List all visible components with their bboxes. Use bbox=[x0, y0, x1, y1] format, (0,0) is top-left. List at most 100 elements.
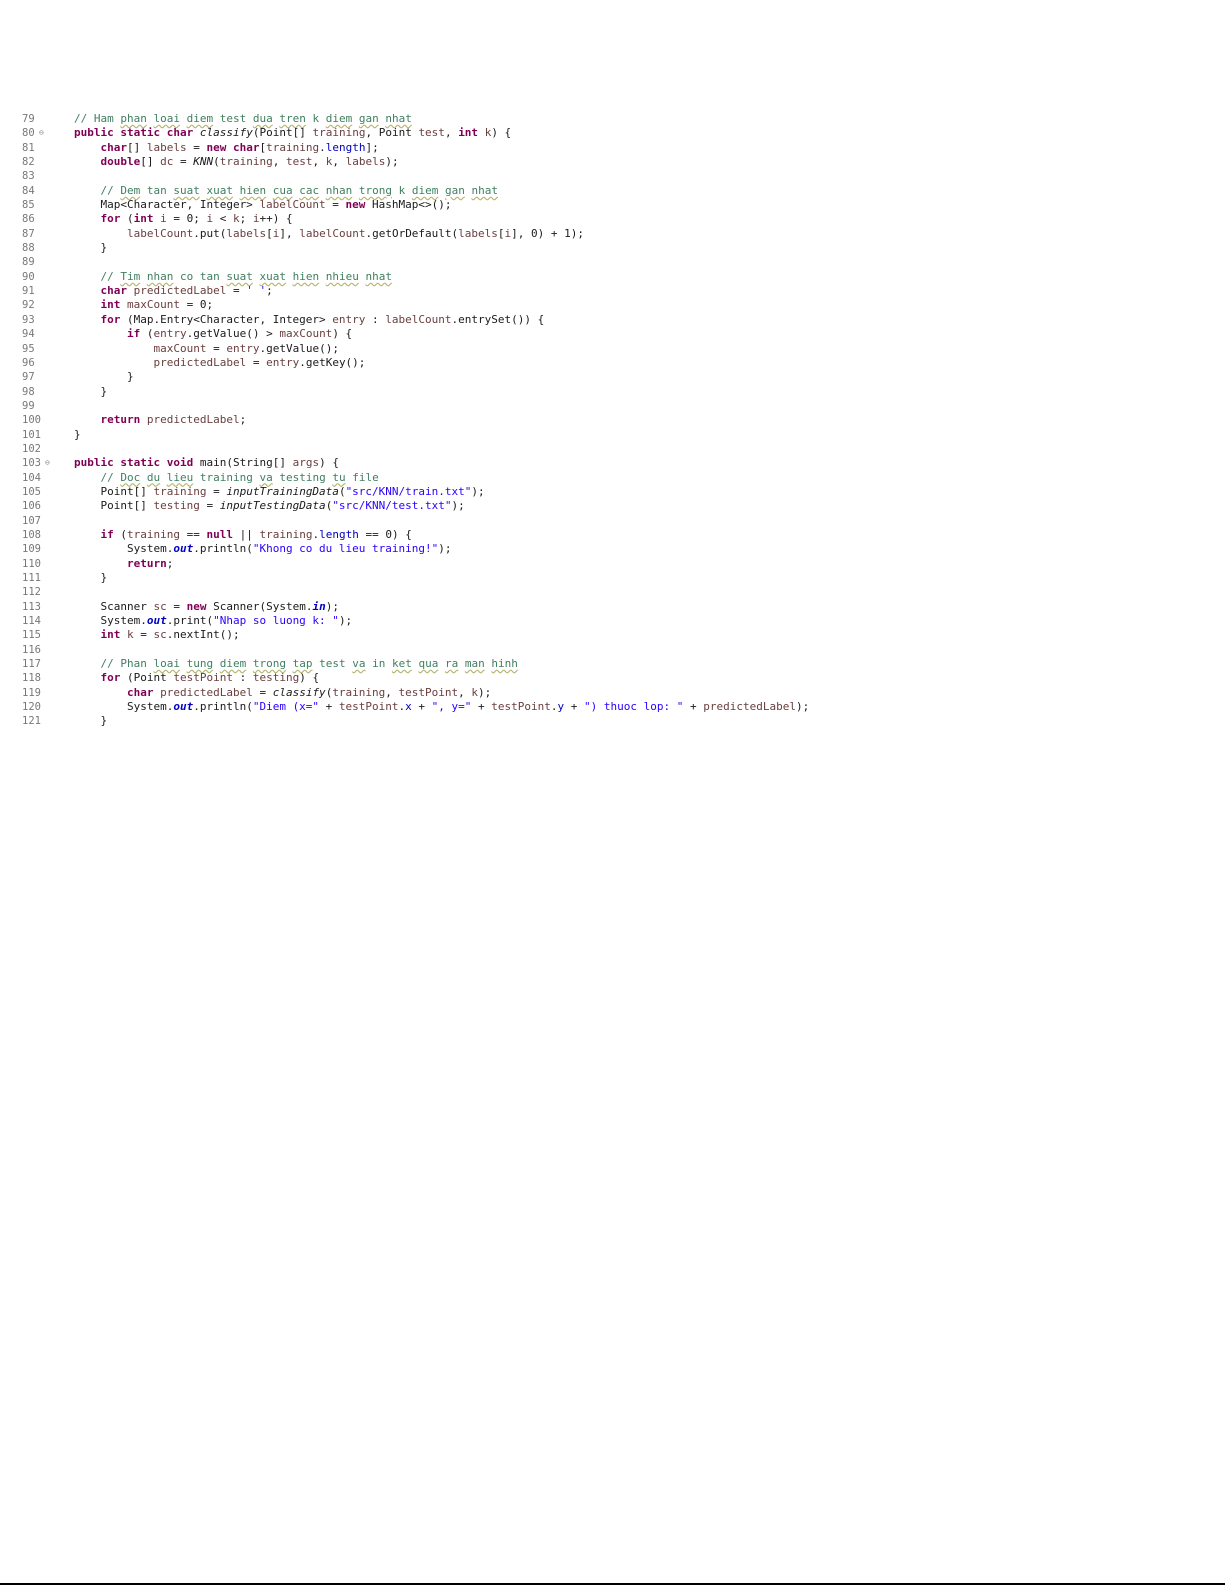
code-line[interactable]: 109 System.out.println("Khong co du lieu… bbox=[0, 542, 1225, 556]
line-number: 96 bbox=[22, 356, 35, 369]
code-line[interactable]: 120 System.out.println("Diem (x=" + test… bbox=[0, 700, 1225, 714]
fold-collapse-icon[interactable]: ⊖ bbox=[39, 126, 44, 140]
line-number: 121 bbox=[22, 715, 41, 728]
code-line[interactable]: 90 // Tim nhan co tan suat xuat hien nhi… bbox=[0, 270, 1225, 284]
code-line[interactable]: 117 // Phan loai tung diem trong tap tes… bbox=[0, 657, 1225, 671]
code-text: for (Point testPoint : testing) { bbox=[100, 671, 320, 685]
line-number: 92 bbox=[22, 299, 35, 312]
code-text: Scanner sc = new Scanner(System.in); bbox=[74, 599, 339, 613]
code-line[interactable]: 98 } bbox=[0, 385, 1225, 399]
line-number: 95 bbox=[22, 342, 35, 355]
line-number: 99 bbox=[22, 399, 35, 412]
code-line[interactable]: 83 bbox=[0, 169, 1225, 183]
line-number: 106 bbox=[22, 500, 41, 513]
line-number: 111 bbox=[22, 572, 41, 584]
code-line[interactable]: 93 for (Map.Entry<Character, Integer> en… bbox=[0, 313, 1225, 327]
line-number: 98 bbox=[22, 385, 35, 398]
code-line[interactable]: 97 } bbox=[0, 370, 1225, 384]
line-number: 103 bbox=[22, 457, 41, 470]
code-line[interactable]: 86 for (int i = 0; i < k; i++) { bbox=[0, 212, 1225, 226]
code-line[interactable]: 115 int k = sc.nextInt(); bbox=[0, 628, 1225, 642]
code-line[interactable]: 105 Point[] training = inputTrainingData… bbox=[0, 485, 1225, 499]
code-line[interactable]: 114 System.out.print("Nhap so luong k: "… bbox=[0, 614, 1225, 628]
code-line[interactable]: 101} bbox=[0, 428, 1225, 442]
code-line[interactable]: 116 bbox=[0, 643, 1225, 657]
code-line[interactable]: 100 return predictedLabel; bbox=[0, 413, 1225, 427]
code-text: // Phan loai tung diem trong tap test va… bbox=[100, 657, 518, 671]
line-number: 82 bbox=[22, 156, 35, 169]
line-number: 89 bbox=[22, 256, 35, 269]
line-number: 108 bbox=[22, 528, 41, 541]
code-text: int k = sc.nextInt(); bbox=[100, 628, 240, 642]
line-number: 105 bbox=[22, 485, 41, 498]
code-line[interactable]: 82 double[] dc = KNN(training, test, k, … bbox=[0, 155, 1225, 169]
code-line[interactable]: 89 bbox=[0, 255, 1225, 269]
line-number: 110 bbox=[22, 557, 41, 570]
line-number: 100 bbox=[22, 414, 41, 427]
code-text: public static void main(String[] args) { bbox=[74, 456, 339, 470]
code-line[interactable]: 88 } bbox=[0, 241, 1225, 255]
code-line[interactable]: 85 Map<Character, Integer> labelCount = … bbox=[0, 198, 1225, 212]
code-text: if (training == null || training.length … bbox=[100, 527, 412, 541]
code-line[interactable]: 113 Scanner sc = new Scanner(System.in); bbox=[0, 600, 1225, 614]
code-text: Point[] testing = inputTestingData("src/… bbox=[74, 499, 465, 513]
code-line[interactable]: 118 for (Point testPoint : testing) { bbox=[0, 671, 1225, 685]
fold-collapse-icon[interactable]: ⊖ bbox=[45, 456, 50, 470]
line-number: 85 bbox=[22, 199, 35, 212]
code-text: double[] dc = KNN(training, test, k, lab… bbox=[100, 155, 399, 169]
line-number: 102 bbox=[22, 442, 41, 455]
line-number: 114 bbox=[22, 615, 41, 628]
line-number: 117 bbox=[22, 658, 41, 671]
code-text: // Doc du lieu training va testing tu fi… bbox=[100, 470, 379, 484]
code-line[interactable]: 103 ⊖ public static void main(String[] arg… bbox=[0, 456, 1225, 470]
line-number: 79 bbox=[22, 113, 35, 125]
line-number: 83 bbox=[22, 170, 35, 183]
code-text: return; bbox=[126, 556, 174, 570]
line-number: 119 bbox=[22, 686, 41, 699]
code-line[interactable]: 91 char predictedLabel = ' '; bbox=[0, 284, 1225, 298]
code-line[interactable]: 94 if (entry.getValue() > maxCount) { bbox=[0, 327, 1225, 341]
code-line[interactable]: 102 bbox=[0, 442, 1225, 456]
line-number: 101 bbox=[22, 428, 41, 441]
line-number: 86 bbox=[22, 213, 35, 226]
line-number: 115 bbox=[22, 629, 41, 642]
line-number: 107 bbox=[22, 514, 41, 527]
code-line[interactable]: 111 } bbox=[0, 571, 1225, 585]
code-line[interactable]: 119 char predictedLabel = classify(train… bbox=[0, 686, 1225, 700]
code-text: char predictedLabel = classify(training,… bbox=[126, 685, 492, 699]
code-text: if (entry.getValue() > maxCount) { bbox=[126, 327, 353, 341]
code-line[interactable]: 99 bbox=[0, 399, 1225, 413]
code-text: // Dem tan suat xuat hien cua cac nhan t… bbox=[100, 183, 499, 197]
code-text: Point[] training = inputTrainingData("sr… bbox=[74, 484, 485, 498]
line-number: 109 bbox=[22, 543, 41, 556]
line-number: 93 bbox=[22, 313, 35, 326]
code-text: } bbox=[74, 384, 108, 398]
code-text: } bbox=[74, 714, 108, 728]
code-line[interactable]: 110 return; bbox=[0, 557, 1225, 571]
code-text: System.out.print("Nhap so luong k: "); bbox=[74, 614, 353, 628]
line-number: 91 bbox=[22, 285, 35, 298]
code-editor[interactable]: 79 // Ham phan loai diem test dua tren k … bbox=[0, 112, 1225, 729]
code-line[interactable]: 107 bbox=[0, 514, 1225, 528]
code-text: int maxCount = 0; bbox=[100, 298, 214, 312]
code-line[interactable]: 95 maxCount = entry.getValue(); bbox=[0, 342, 1225, 356]
code-line[interactable]: 81 char[] labels = new char[training.len… bbox=[0, 141, 1225, 155]
line-number: 88 bbox=[22, 242, 35, 255]
code-line[interactable]: 84 // Dem tan suat xuat hien cua cac nha… bbox=[0, 184, 1225, 198]
code-text: // Ham phan loai diem test dua tren k di… bbox=[74, 112, 412, 125]
line-number: 84 bbox=[22, 184, 35, 197]
code-line[interactable]: 87 labelCount.put(labels[i], labelCount.… bbox=[0, 227, 1225, 241]
code-line[interactable]: 121 } bbox=[0, 714, 1225, 728]
code-text: predictedLabel = entry.getKey(); bbox=[153, 355, 366, 369]
code-line[interactable]: 79 // Ham phan loai diem test dua tren k … bbox=[0, 112, 1225, 126]
code-line[interactable]: 104 // Doc du lieu training va testing t… bbox=[0, 471, 1225, 485]
code-line[interactable]: 112 bbox=[0, 585, 1225, 599]
code-line[interactable]: 106 Point[] testing = inputTestingData("… bbox=[0, 499, 1225, 513]
code-line[interactable]: 96 predictedLabel = entry.getKey(); bbox=[0, 356, 1225, 370]
code-line[interactable]: 92 int maxCount = 0; bbox=[0, 298, 1225, 312]
code-line[interactable]: 80 ⊖ public static char classify(Point[] t… bbox=[0, 126, 1225, 140]
code-line[interactable]: 108 if (training == null || training.len… bbox=[0, 528, 1225, 542]
code-text: Map<Character, Integer> labelCount = new… bbox=[74, 198, 452, 212]
code-text: System.out.println("Diem (x=" + testPoin… bbox=[74, 700, 810, 714]
line-number: 104 bbox=[22, 471, 41, 484]
